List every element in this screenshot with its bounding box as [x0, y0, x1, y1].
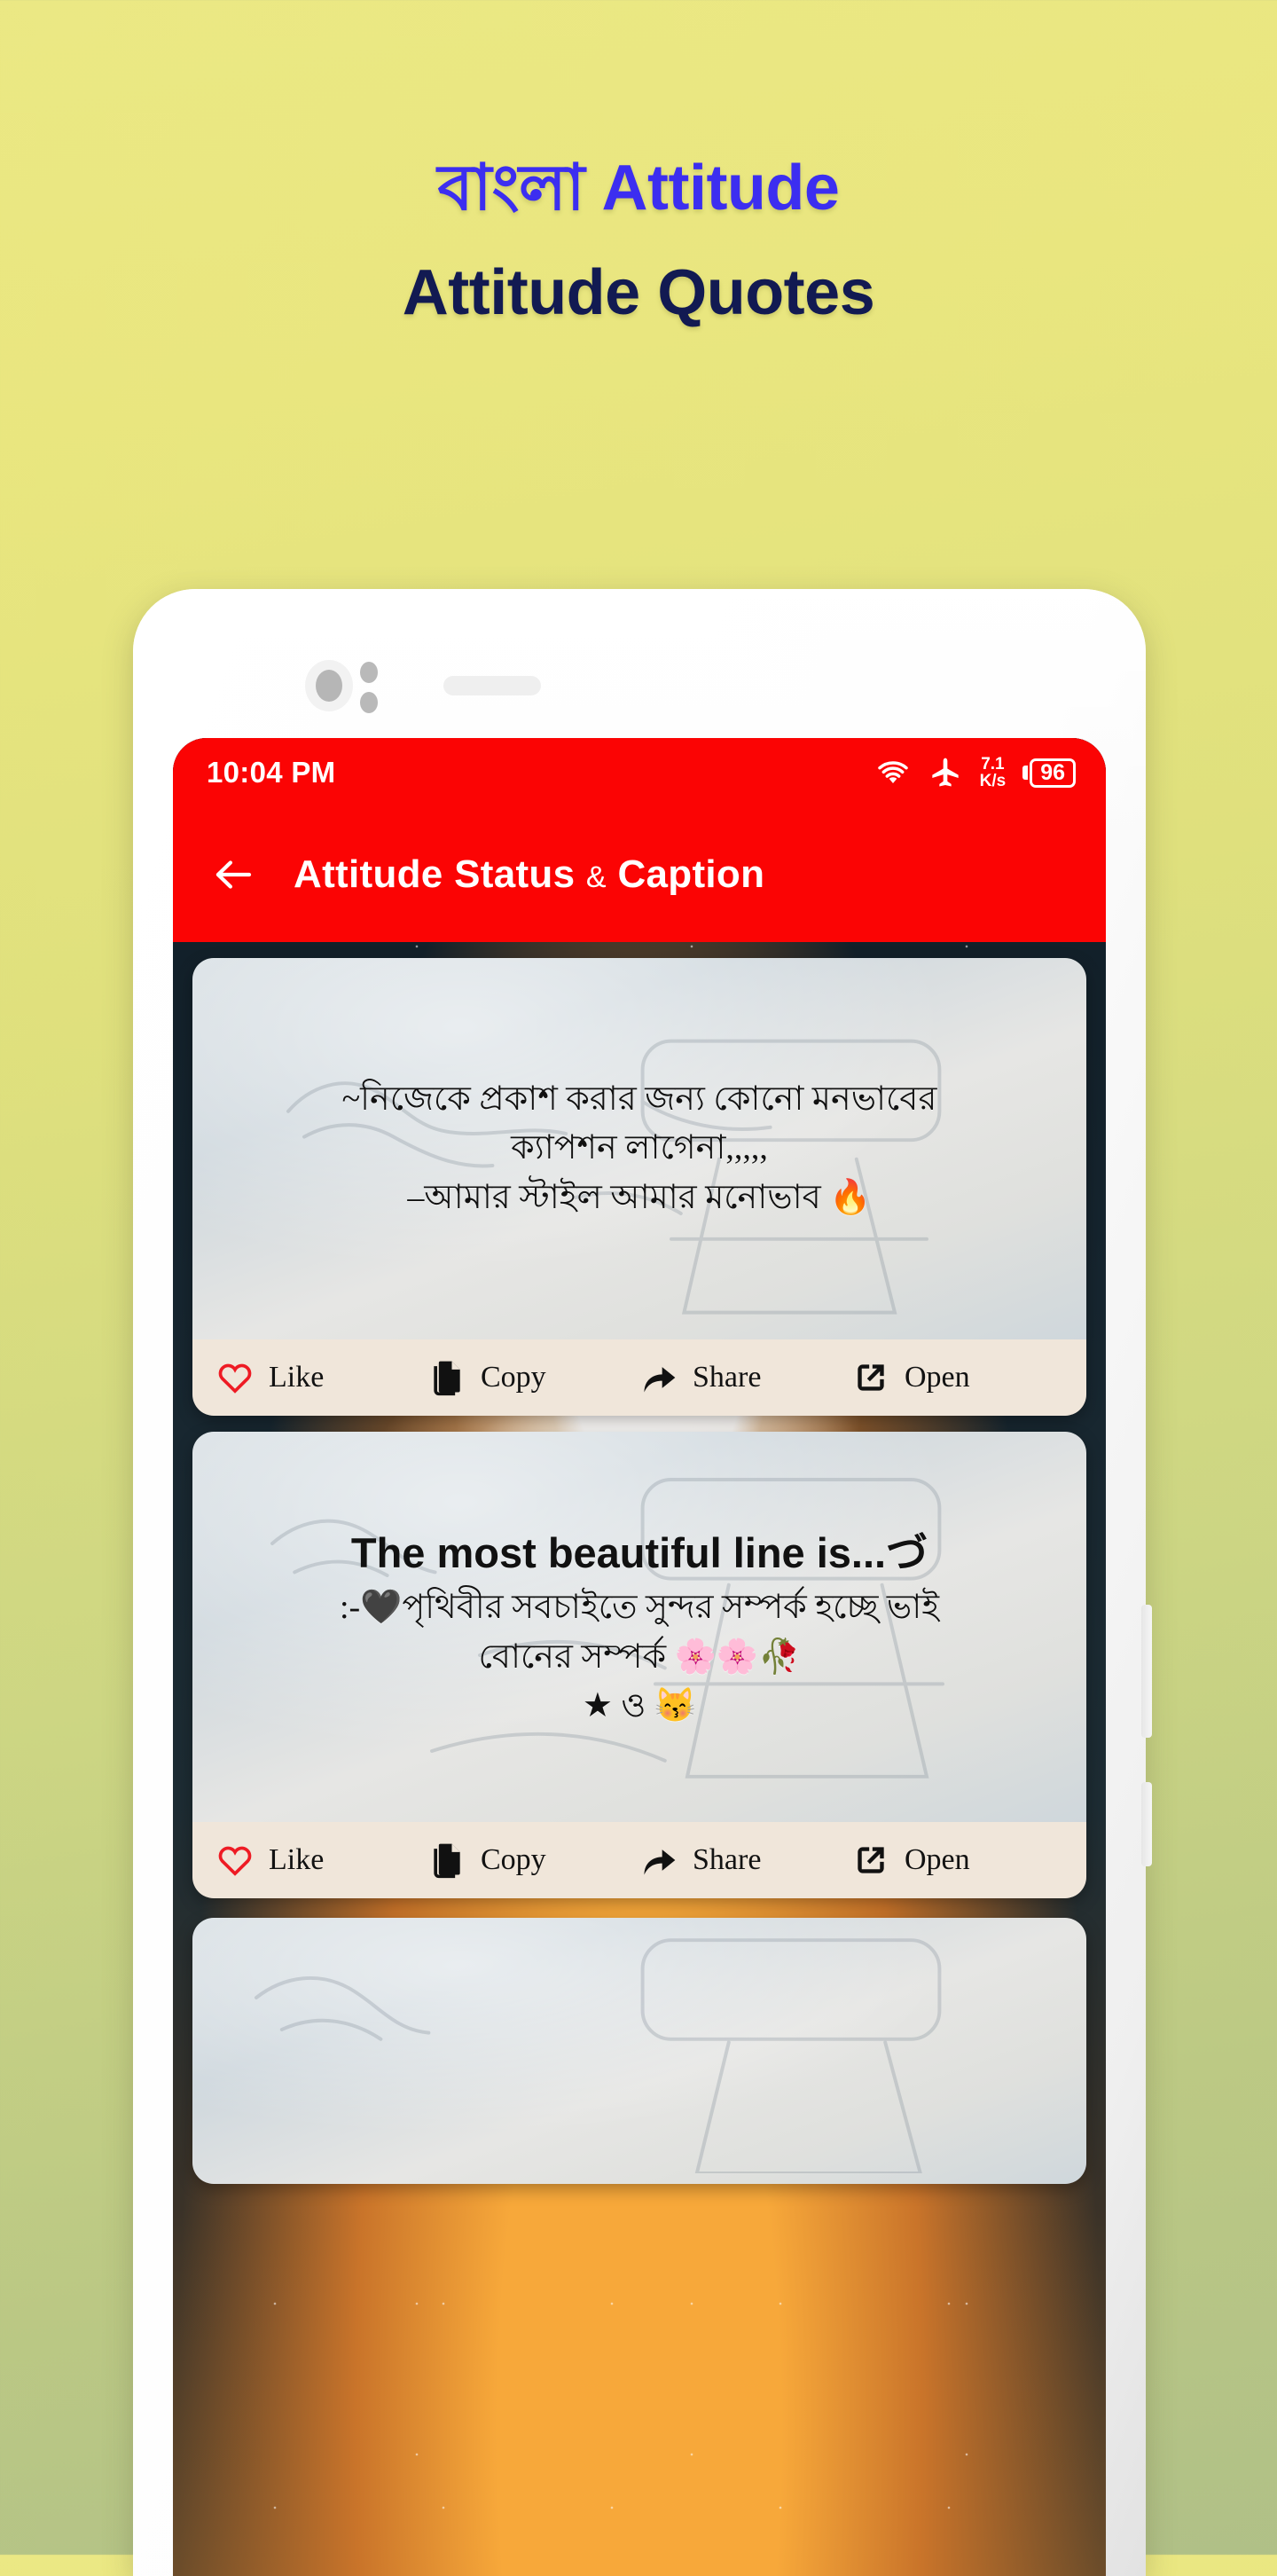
back-button[interactable]: [208, 850, 258, 899]
wifi-icon: [877, 761, 908, 783]
like-label: Like: [269, 1843, 325, 1876]
external-link-icon: [858, 1364, 884, 1391]
share-arrow-icon: [644, 1367, 676, 1393]
back-arrow-icon: [215, 860, 252, 889]
volume-down-button[interactable]: [1141, 1782, 1152, 1866]
external-link-icon: [858, 1847, 884, 1873]
phone-mockup: 10:04 PM 7.1 K/s 96 Attitude Status & Ca…: [133, 589, 1152, 2576]
like-button[interactable]: Like: [215, 1841, 427, 1880]
quote-line: –আমার স্টাইল আমার মনোভাব 🔥: [407, 1178, 872, 1216]
like-label: Like: [269, 1361, 325, 1394]
front-camera-lens-icon: [305, 660, 353, 711]
network-speed-value: 7.1: [981, 755, 1005, 774]
page-title: Attitude Status & Caption: [294, 852, 764, 897]
card-action-bar: Like Copy Share Open: [192, 1339, 1086, 1416]
share-button[interactable]: Share: [639, 1358, 851, 1397]
copy-button[interactable]: Copy: [427, 1358, 639, 1397]
card-action-bar: Like Copy Share Open: [192, 1822, 1086, 1898]
quote-line: ~নিজেকে প্রকাশ করার জন্য কোনো মনভাবের: [341, 1080, 937, 1119]
phone-screen: 10:04 PM 7.1 K/s 96 Attitude Status & Ca…: [173, 738, 1106, 2576]
airplane-mode-icon: [931, 758, 959, 787]
quote-card[interactable]: [192, 1918, 1086, 2184]
open-button[interactable]: Open: [851, 1841, 1063, 1880]
front-camera-cluster: [305, 660, 411, 713]
copy-label: Copy: [481, 1843, 546, 1876]
copy-icon: [434, 1361, 460, 1396]
quote-line: বোনের সম্পর্ক 🌸🌸🥀: [478, 1637, 801, 1676]
network-speed-indicator: 7.1 K/s: [980, 756, 1007, 789]
quote-heading: The most beautiful line is...づ: [350, 1529, 928, 1577]
open-label: Open: [905, 1843, 970, 1876]
volume-up-button[interactable]: [1141, 1605, 1152, 1738]
quote-card[interactable]: The most beautiful line is...づ :-🖤পৃথিবী…: [192, 1432, 1086, 1898]
share-label: Share: [693, 1361, 762, 1394]
promo-title-line-2: Attitude Quotes: [402, 257, 875, 328]
open-label: Open: [905, 1361, 970, 1394]
earpiece-speaker: [443, 676, 541, 695]
quote-image: The most beautiful line is...づ :-🖤পৃথিবী…: [192, 1432, 1086, 1822]
share-label: Share: [693, 1843, 762, 1876]
copy-icon: [434, 1843, 460, 1879]
sketch-overlay-icon: [255, 1938, 942, 2173]
like-button[interactable]: Like: [215, 1358, 427, 1397]
page-title-main: Attitude Status: [294, 852, 576, 896]
quote-line: ★ ও 😽: [582, 1686, 697, 1724]
heart-icon: [218, 1363, 252, 1394]
network-speed-unit: K/s: [979, 772, 1007, 790]
battery-terminal-icon: [1022, 766, 1029, 780]
status-bar-clock: 10:04 PM: [207, 756, 336, 789]
quote-line: ক্যাপশন লাগেনা,,,,,: [511, 1129, 768, 1167]
camera-sensor-dot-icon: [360, 662, 378, 683]
battery-indicator: 96: [1022, 758, 1076, 788]
quote-card[interactable]: ~নিজেকে প্রকাশ করার জন্য কোনো মনভাবের ক্…: [192, 958, 1086, 1416]
quote-line: :-🖤পৃথিবীর সবচাইতে সুন্দর সম্পর্ক হচ্ছে …: [339, 1589, 940, 1627]
quote-text: ~নিজেকে প্রকাশ করার জন্য কোনো মনভাবের ক্…: [342, 1075, 937, 1221]
quote-list[interactable]: ~নিজেকে প্রকাশ করার জন্য কোনো মনভাবের ক্…: [173, 942, 1106, 2576]
quote-image: ~নিজেকে প্রকাশ করার জন্য কোনো মনভাবের ক্…: [192, 958, 1086, 1339]
promo-headline: বাংলা Attitude Attitude Quotes: [0, 0, 1277, 325]
copy-label: Copy: [481, 1361, 546, 1394]
quote-text: The most beautiful line is...づ :-🖤পৃথিবী…: [340, 1523, 939, 1730]
open-button[interactable]: Open: [851, 1358, 1063, 1397]
camera-sensor-dot-icon: [360, 692, 378, 713]
promo-title-line-1: বাংলা Attitude: [437, 153, 840, 224]
app-bar: Attitude Status & Caption: [173, 807, 1106, 942]
status-bar: 10:04 PM 7.1 K/s 96: [173, 738, 1106, 807]
heart-icon: [218, 1846, 252, 1876]
quote-image: [192, 1918, 1086, 2184]
battery-percent-label: 96: [1030, 758, 1076, 788]
page-title-tail: Caption: [617, 852, 765, 896]
copy-button[interactable]: Copy: [427, 1841, 639, 1880]
page-title-ampersand: &: [585, 860, 607, 894]
share-button[interactable]: Share: [639, 1841, 851, 1880]
share-arrow-icon: [644, 1850, 676, 1875]
